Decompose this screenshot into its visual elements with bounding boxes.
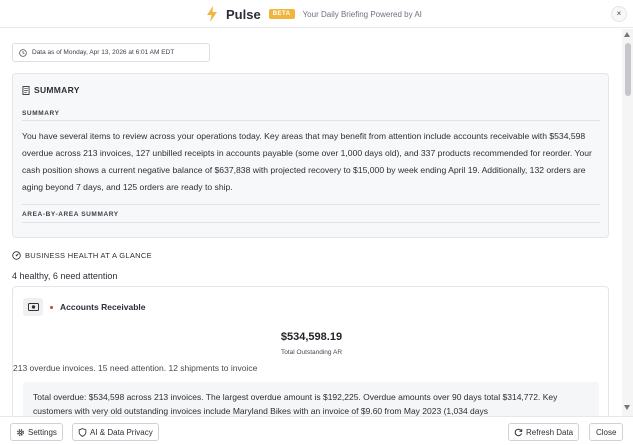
summary-heading-text: SUMMARY bbox=[34, 85, 80, 95]
gear-icon bbox=[17, 428, 24, 436]
ar-title-row: Accounts Receivable bbox=[23, 298, 146, 316]
cash-icon bbox=[27, 303, 39, 311]
app-title: Pulse bbox=[226, 6, 261, 22]
health-count: 4 healthy, 6 need attention bbox=[12, 271, 118, 281]
header-bar: Pulse BETA Your Daily Briefing Powered b… bbox=[0, 0, 633, 28]
summary-sub-label: SUMMARY bbox=[22, 110, 60, 117]
document-icon bbox=[22, 85, 30, 95]
health-heading-text: BUSINESS HEALTH AT A GLANCE bbox=[25, 251, 152, 260]
summary-heading: SUMMARY bbox=[22, 85, 80, 95]
app-tagline: Your Daily Briefing Powered by AI bbox=[302, 9, 422, 19]
accounts-receivable-card[interactable]: Accounts Receivable $534,598.19 Total Ou… bbox=[12, 286, 609, 416]
data-timestamp: Data as of Monday, Apr 13, 2026 at 6:01 … bbox=[12, 43, 210, 62]
ar-detail: Total overdue: $534,598 across 213 invoi… bbox=[23, 382, 599, 416]
settings-label: Settings bbox=[28, 427, 57, 437]
shield-icon bbox=[78, 427, 87, 437]
settings-button[interactable]: Settings bbox=[10, 423, 63, 441]
area-summary-label: AREA-BY-AREA SUMMARY bbox=[22, 211, 119, 218]
health-heading: BUSINESS HEALTH AT A GLANCE bbox=[12, 251, 152, 260]
vertical-scrollbar[interactable] bbox=[622, 29, 633, 416]
data-timestamp-text: Data as of Monday, Apr 13, 2026 at 6:01 … bbox=[32, 49, 175, 56]
scroll-up-arrow-icon[interactable] bbox=[624, 32, 630, 37]
ai-data-privacy-button[interactable]: AI & Data Privacy bbox=[72, 423, 159, 441]
ar-amount: $534,598.19 bbox=[280, 331, 343, 343]
attention-status-dot bbox=[50, 305, 53, 309]
summary-card: SUMMARY SUMMARY You have several items t… bbox=[12, 73, 609, 238]
refresh-data-button[interactable]: Refresh Data bbox=[508, 423, 580, 441]
close-label: Close bbox=[596, 427, 617, 437]
area-divider-top bbox=[22, 204, 600, 205]
scroll-down-arrow-icon[interactable] bbox=[624, 405, 630, 410]
privacy-label: AI & Data Privacy bbox=[90, 427, 153, 437]
close-button[interactable]: Close bbox=[589, 423, 624, 441]
close-icon[interactable]: × bbox=[611, 6, 627, 22]
refresh-label: Refresh Data bbox=[526, 427, 574, 437]
ar-amount-label: Total Outstanding AR bbox=[280, 349, 343, 356]
ar-title: Accounts Receivable bbox=[60, 302, 146, 312]
summary-divider bbox=[22, 120, 600, 121]
ar-subtext: 213 overdue invoices. 15 need attention.… bbox=[13, 363, 258, 373]
ar-icon-box bbox=[23, 298, 43, 316]
main-content[interactable]: Data as of Monday, Apr 13, 2026 at 6:01 … bbox=[0, 29, 622, 416]
lightning-bolt-icon bbox=[207, 6, 217, 22]
area-divider-bottom bbox=[22, 222, 600, 223]
footer-bar: Settings AI & Data Privacy Refresh Data … bbox=[0, 416, 633, 445]
dashboard-gauge-icon bbox=[12, 251, 21, 260]
summary-text: You have several items to review across … bbox=[22, 131, 592, 192]
refresh-icon bbox=[514, 428, 523, 436]
scroll-thumb[interactable] bbox=[625, 43, 631, 96]
clock-icon bbox=[19, 48, 27, 57]
header-title-group: Pulse BETA Your Daily Briefing Powered b… bbox=[206, 4, 422, 24]
beta-badge: BETA bbox=[268, 9, 295, 19]
